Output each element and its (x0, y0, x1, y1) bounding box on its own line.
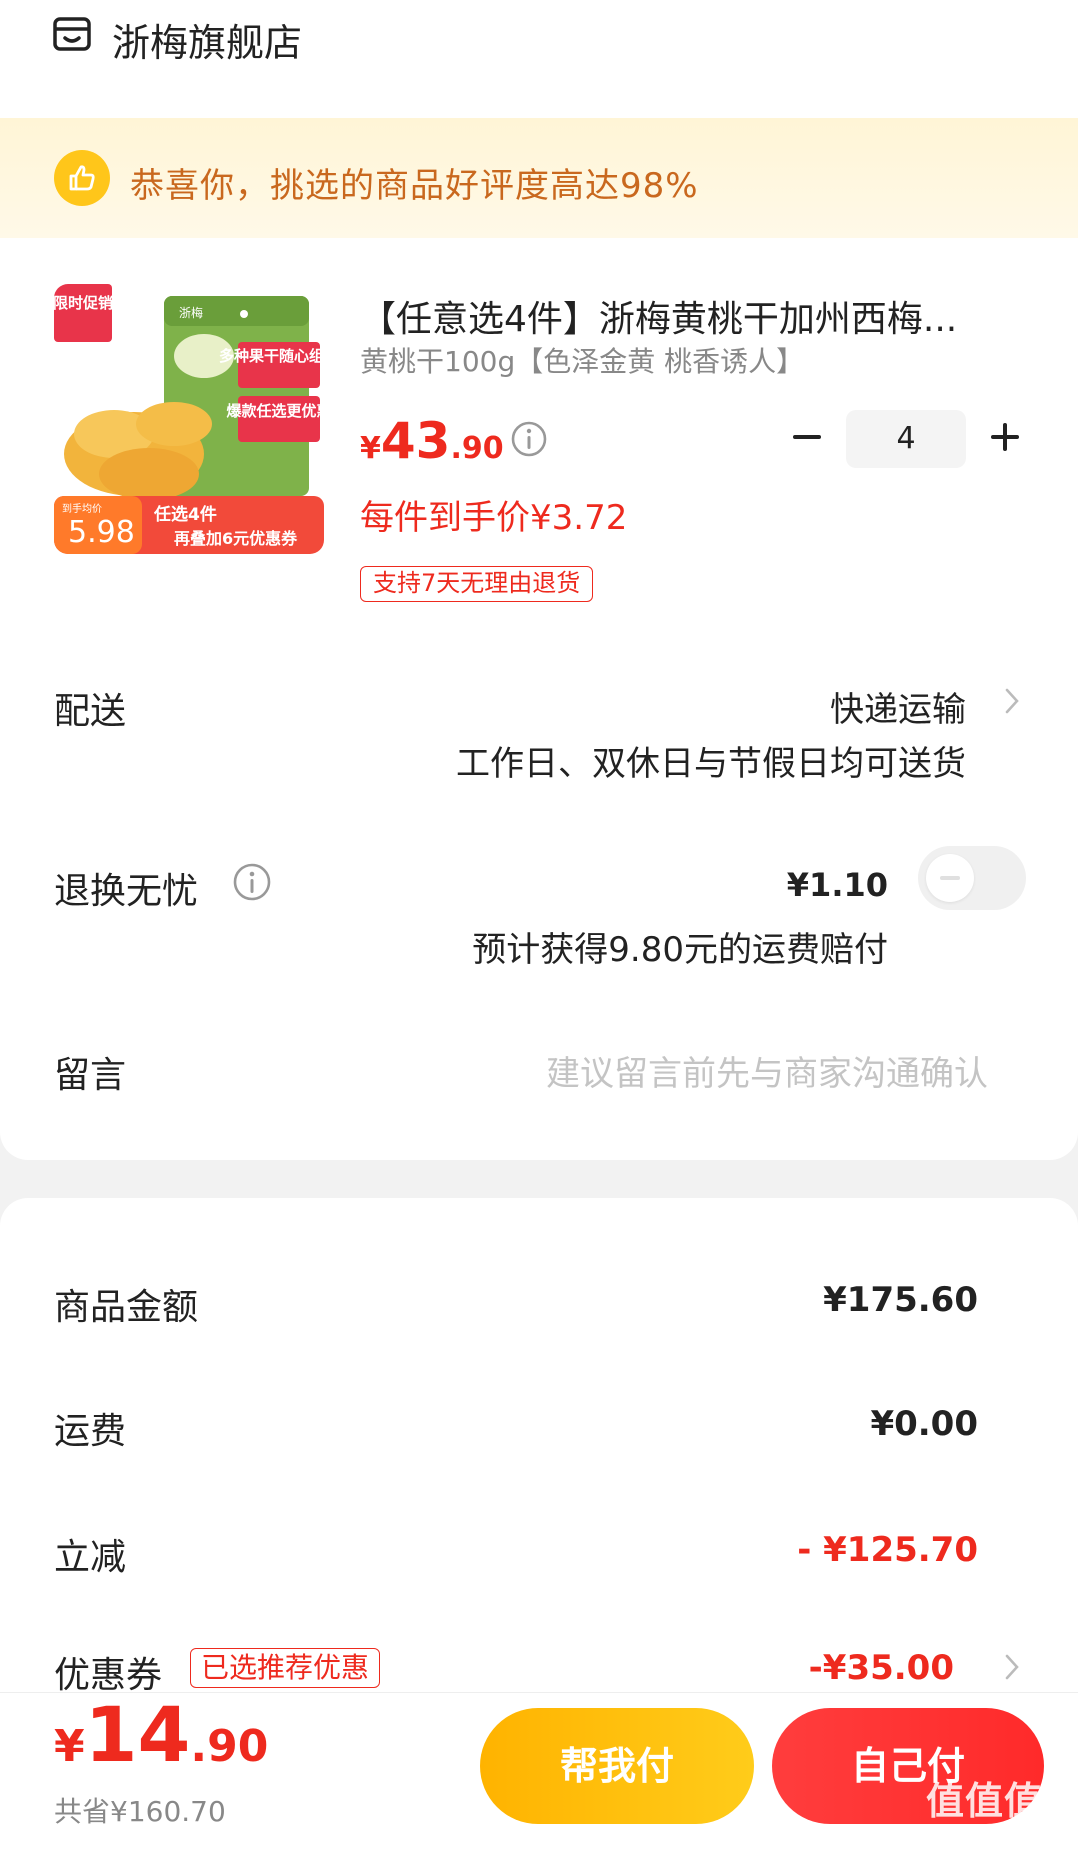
quantity-decrease-button[interactable] (790, 420, 824, 454)
image-promo-1: 任选4件 (153, 504, 217, 525)
product-title[interactable]: 【任意选4件】浙梅黄桃干加州西梅... (360, 290, 1020, 342)
product-price: ¥43.90 (360, 412, 504, 470)
product-image[interactable]: 浙梅 多种果干随心组合 爆款任选更优惠 限时促销 到手均价 5.98 任选4件 … (54, 284, 324, 554)
banner-text: 恭喜你，挑选的商品好评度高达98% (130, 166, 699, 206)
shipping-value: ¥0.00 (870, 1404, 978, 1444)
chevron-right-icon[interactable] (1002, 1652, 1022, 1682)
discount-label: 立减 (54, 1537, 127, 1578)
image-tag-2: 爆款任选更优惠 (226, 402, 324, 420)
thumbs-up-icon (54, 150, 110, 206)
toggle-knob (926, 854, 974, 902)
watermark-logo: 值值值 (926, 1779, 1044, 1823)
goods-amount-label: 商品金额 (54, 1287, 199, 1328)
unit-price: 每件到手价¥3.72 (360, 498, 628, 538)
chevron-right-icon[interactable] (1002, 686, 1022, 716)
return-insurance-toggle[interactable] (918, 846, 1026, 910)
image-promo-2: 再叠加6元优惠券 (174, 529, 298, 548)
total-currency: ¥ (54, 1721, 85, 1772)
total-decimal: .90 (190, 1721, 269, 1772)
quantity-input[interactable]: 4 (846, 410, 966, 468)
coupon-tag: 已选推荐优惠 (190, 1648, 381, 1688)
store-icon (52, 14, 92, 54)
image-badge: 限时促销 (54, 294, 113, 312)
delivery-note: 工作日、双休日与节假日均可送货 (456, 744, 966, 784)
shipping-label: 运费 (54, 1411, 127, 1452)
store-name[interactable]: 浙梅旗舰店 (112, 12, 302, 67)
price-decimal: .90 (450, 431, 504, 466)
watermark: 值值值 zhizhizhi.com (926, 1770, 1076, 1850)
return-insurance-info-icon[interactable] (232, 862, 272, 902)
return-insurance-label: 退换无忧 (54, 871, 199, 912)
discount-value: - ¥125.70 (797, 1530, 978, 1570)
price-integer: 43 (380, 412, 451, 470)
return-insurance-price: ¥1.10 (786, 866, 888, 904)
delivery-method[interactable]: 快递运输 (830, 682, 966, 731)
image-avg-label: 到手均价 (62, 502, 102, 515)
image-tag-1: 多种果干随心组合 (219, 347, 324, 365)
help-pay-button[interactable]: 帮我付 (480, 1708, 754, 1824)
delivery-label: 配送 (54, 691, 127, 732)
total-saved: 共省¥160.70 (54, 1795, 226, 1828)
store-header[interactable]: 浙梅旗舰店 (0, 0, 1078, 118)
quantity-increase-button[interactable] (988, 420, 1022, 454)
product-spec[interactable]: 黄桃干100g【色泽金黄 桃香诱人】 (360, 340, 804, 380)
watermark-url: zhizhizhi.com (926, 1823, 1048, 1844)
return-insurance-note: 预计获得9.80元的运费赔付 (472, 930, 888, 970)
image-avg-price: 5.98 (68, 515, 135, 550)
message-input[interactable]: 建议留言前先与商家沟通确认 (546, 1046, 988, 1095)
goods-amount-value: ¥175.60 (823, 1280, 978, 1320)
total-integer: 14 (84, 1690, 191, 1779)
price-info-icon[interactable] (510, 420, 548, 458)
message-label: 留言 (54, 1055, 127, 1096)
price-currency: ¥ (360, 431, 381, 466)
return-policy-badge: 支持7天无理由退货 (360, 566, 594, 602)
total-price: ¥14.90 (54, 1690, 268, 1779)
coupon-value[interactable]: -¥35.00 (809, 1648, 954, 1688)
brand-label: 浙梅 (179, 305, 203, 320)
